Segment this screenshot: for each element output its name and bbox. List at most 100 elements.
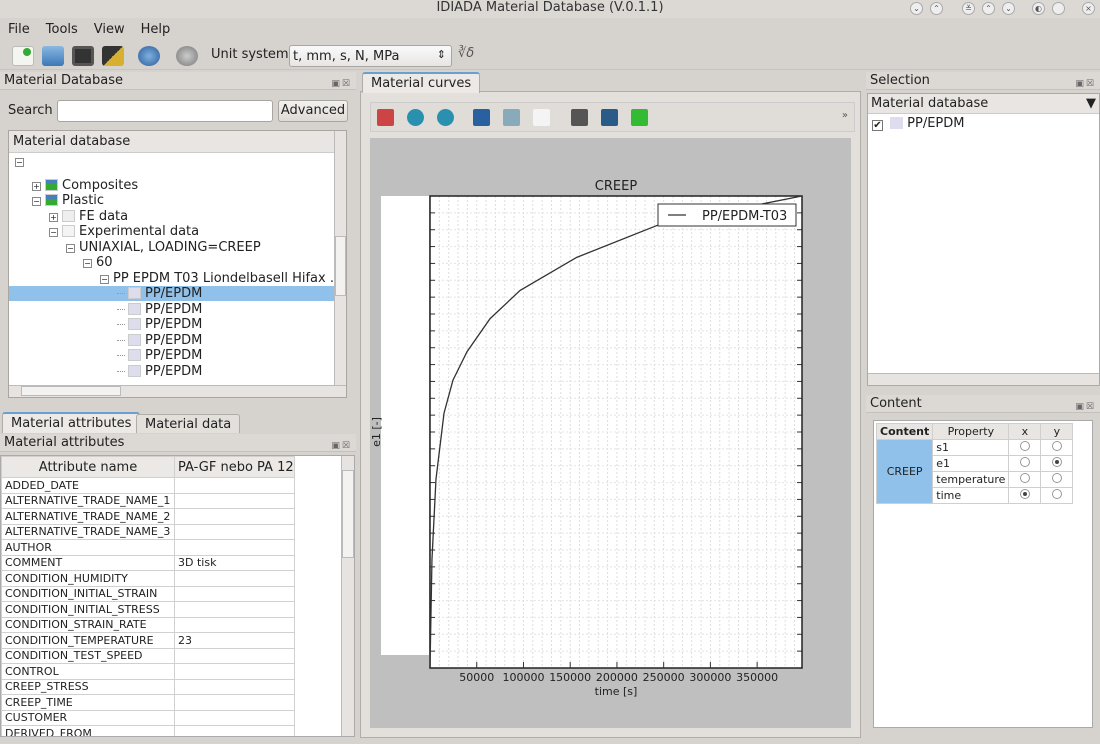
back-icon[interactable]: [407, 109, 424, 126]
collapse-icon[interactable]: −: [100, 274, 109, 284]
attribute-value[interactable]: [174, 477, 295, 494]
y-axis-radio[interactable]: [1051, 441, 1062, 451]
x-axis-radio[interactable]: [1019, 473, 1030, 483]
menu-window-icon[interactable]: ◐: [1032, 2, 1045, 15]
table-row[interactable]: CONTROL: [1, 663, 295, 680]
content-group[interactable]: CREEP: [875, 439, 934, 504]
check-icon[interactable]: [631, 109, 648, 126]
dock-float-close-icons[interactable]: ▣☒: [331, 437, 352, 455]
y-axis-radio[interactable]: [1051, 457, 1062, 467]
table-row[interactable]: ALTERNATIVE_TRADE_NAME_2: [1, 508, 295, 525]
table-row[interactable]: ADDED_DATE: [1, 477, 295, 494]
selection-horizontal-scrollbar[interactable]: [868, 373, 1099, 385]
expand-icon[interactable]: +: [49, 212, 58, 222]
column-header-x[interactable]: x: [1008, 423, 1042, 440]
menu-file[interactable]: File: [0, 20, 38, 40]
column-header-property[interactable]: Property: [932, 423, 1010, 440]
attributes-vertical-scrollbar[interactable]: [341, 456, 354, 736]
maximize-window-icon[interactable]: ⌃: [930, 2, 943, 15]
table-row[interactable]: CREEP_STRESS: [1, 678, 295, 695]
tree-item[interactable]: PP/EPDM: [117, 302, 202, 317]
pin-window-icon[interactable]: [1052, 2, 1065, 15]
save-icon[interactable]: [601, 109, 618, 126]
y-axis-radio[interactable]: [1051, 473, 1062, 483]
attribute-value[interactable]: [174, 694, 295, 711]
attribute-value[interactable]: [174, 601, 295, 618]
tree-item[interactable]: − Experimental data: [49, 224, 199, 239]
tree-item[interactable]: PP/EPDM: [117, 348, 202, 363]
table-row[interactable]: CONDITION_STRAIN_RATE: [1, 616, 295, 633]
selection-header[interactable]: Material database ▼: [868, 94, 1099, 114]
new-material-icon[interactable]: [12, 46, 34, 66]
table-row[interactable]: COMMENT 3D tisk: [1, 554, 295, 571]
column-header-y[interactable]: y: [1040, 423, 1074, 440]
tab-material-curves[interactable]: Material curves: [362, 72, 481, 93]
attribute-value[interactable]: [174, 570, 295, 587]
zoom-icon[interactable]: [503, 109, 520, 126]
expand-icon[interactable]: +: [32, 181, 41, 191]
more-tools-icon[interactable]: »: [842, 110, 848, 121]
table-row[interactable]: ALTERNATIVE_TRADE_NAME_1: [1, 492, 295, 509]
attribute-value[interactable]: [174, 709, 295, 726]
attribute-value[interactable]: [174, 523, 295, 540]
collapse-icon[interactable]: −: [49, 228, 58, 237]
tab-material-attributes[interactable]: Material attributes: [2, 412, 141, 433]
update-icon[interactable]: [176, 46, 198, 66]
table-row[interactable]: CONDITION_TEMPERATURE 23: [1, 632, 295, 649]
selection-checkbox[interactable]: ✔: [872, 120, 883, 131]
collapse-icon[interactable]: −: [15, 158, 24, 167]
collapse-icon[interactable]: −: [32, 197, 41, 206]
tree-item[interactable]: −: [15, 154, 28, 169]
tree-item[interactable]: PP/EPDM: [117, 364, 202, 379]
table-row[interactable]: AUTHOR: [1, 539, 295, 556]
configure-icon[interactable]: [571, 109, 588, 126]
column-header-attribute-name[interactable]: Attribute name: [1, 456, 175, 478]
tree-horizontal-scrollbar[interactable]: [9, 385, 346, 397]
table-row[interactable]: CONDITION_HUMIDITY: [1, 570, 295, 587]
x-axis-radio[interactable]: [1019, 441, 1030, 451]
table-row[interactable]: CREEP_TIME: [1, 694, 295, 711]
menu-help[interactable]: Help: [133, 20, 179, 40]
save-icon[interactable]: [72, 46, 94, 66]
column-header-material[interactable]: PA-GF nebo PA 12: [174, 456, 295, 478]
column-header-content[interactable]: Content: [875, 423, 934, 440]
x-axis-radio[interactable]: [1019, 457, 1030, 467]
tree-vertical-scrollbar[interactable]: [334, 131, 346, 385]
table-row[interactable]: CONDITION_INITIAL_STRESS: [1, 601, 295, 618]
unit-system-select[interactable]: t, mm, s, N, MPa ⇕: [289, 45, 452, 67]
open-folder-icon[interactable]: [42, 46, 64, 66]
above-window-icon[interactable]: ⌃: [982, 2, 995, 15]
menu-view[interactable]: View: [86, 20, 133, 40]
attribute-value[interactable]: [174, 492, 295, 509]
attribute-value[interactable]: [174, 678, 295, 695]
below-window-icon[interactable]: ⌄: [1002, 2, 1015, 15]
attribute-value[interactable]: [174, 647, 295, 664]
menu-tools[interactable]: Tools: [38, 20, 86, 40]
tree-item[interactable]: −60: [83, 255, 113, 270]
collapse-icon[interactable]: −: [66, 243, 75, 253]
table-row[interactable]: ALTERNATIVE_TRADE_NAME_3: [1, 523, 295, 540]
cube-root-icon[interactable]: ∛δ: [458, 46, 474, 61]
dock-float-close-icons[interactable]: ▣☒: [331, 75, 352, 93]
attribute-value[interactable]: 3D tisk: [174, 554, 295, 571]
edit-icon[interactable]: [102, 46, 124, 66]
subplots-icon[interactable]: [533, 109, 550, 126]
close-window-icon[interactable]: ×: [1082, 2, 1095, 15]
table-row[interactable]: DERIVED_FROM: [1, 725, 295, 736]
attribute-value[interactable]: [174, 663, 295, 680]
table-row[interactable]: CUSTOMER: [1, 709, 295, 726]
tree-item[interactable]: PP/EPDM: [117, 317, 202, 332]
selection-item[interactable]: ✔ PP/EPDM: [868, 114, 1099, 133]
sort-down-icon[interactable]: ▼: [1086, 94, 1096, 114]
dock-float-close-icons[interactable]: ▣☒: [1075, 398, 1096, 416]
pan-icon[interactable]: [473, 109, 490, 126]
forward-icon[interactable]: [437, 109, 454, 126]
home-icon[interactable]: [377, 109, 394, 126]
attribute-value[interactable]: [174, 508, 295, 525]
collapse-icon[interactable]: −: [83, 259, 92, 268]
x-axis-radio[interactable]: [1019, 489, 1030, 499]
attribute-value[interactable]: [174, 539, 295, 556]
attribute-value[interactable]: 23: [174, 632, 295, 649]
shade-window-icon[interactable]: ≚: [962, 2, 975, 15]
advanced-button[interactable]: Advanced: [278, 100, 348, 122]
